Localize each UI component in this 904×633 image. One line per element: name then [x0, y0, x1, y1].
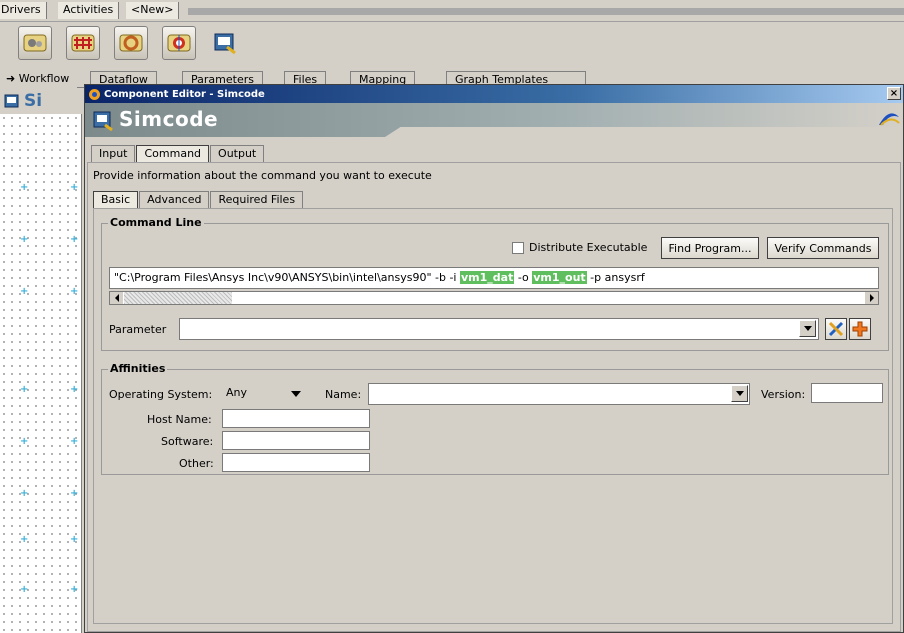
command-line-input[interactable]: "C:\Program Files\Ansys Inc\v90\ANSYS\bi…: [109, 267, 879, 289]
find-program-button[interactable]: Find Program...: [661, 237, 759, 259]
name-label: Name:: [325, 388, 362, 401]
scroll-right-icon[interactable]: [865, 292, 878, 304]
tab-workflow-label: Workflow: [18, 72, 70, 85]
edit-tools-icon: [828, 321, 844, 337]
host-name-label: Host Name:: [147, 413, 212, 426]
component-editor-dialog: Component Editor - Simcode × Simcode Inp…: [84, 84, 904, 633]
scroll-thumb[interactable]: [124, 292, 232, 304]
menu-item-drivers[interactable]: Drivers: [0, 2, 47, 19]
scroll-left-icon[interactable]: [110, 292, 123, 304]
menubar: Drivers Activities <New>: [0, 0, 904, 22]
host-name-input[interactable]: [222, 409, 370, 428]
plus-icon: [852, 321, 868, 337]
target-icon[interactable]: [162, 26, 196, 60]
workflow-canvas[interactable]: + + + + + + + + + + + + + + + +: [0, 88, 82, 633]
command-mid: -o: [514, 271, 533, 284]
os-select[interactable]: Any: [222, 383, 318, 405]
simcode-banner-icon: [93, 111, 113, 131]
parameter-label: Parameter: [109, 323, 167, 336]
verify-commands-button[interactable]: Verify Commands: [767, 237, 879, 259]
tab-input[interactable]: Input: [91, 145, 136, 162]
grid-icon[interactable]: [66, 26, 100, 60]
sub-tabs: Basic Advanced Required Files: [93, 191, 304, 208]
left-panel-title: Si: [24, 91, 43, 111]
os-label: Operating System:: [109, 388, 213, 401]
parameter-combo[interactable]: [179, 318, 819, 340]
other-input[interactable]: [222, 453, 370, 472]
tab-workflow[interactable]: ➜ Workflow: [0, 71, 78, 88]
tab-required-files[interactable]: Required Files: [210, 191, 304, 208]
tab-basic[interactable]: Basic: [93, 191, 139, 208]
dialog-title: Component Editor - Simcode: [104, 88, 265, 100]
app-icon: [89, 88, 100, 100]
parameter-dropdown-icon[interactable]: [799, 320, 816, 337]
name-dropdown-icon[interactable]: [731, 385, 748, 402]
affinities-legend: Affinities: [108, 362, 168, 375]
simcode-icon[interactable]: [208, 26, 242, 60]
distribute-executable-checkbox[interactable]: [512, 242, 524, 254]
os-dropdown-icon[interactable]: [291, 391, 301, 397]
version-label: Version:: [761, 388, 806, 401]
command-var-input: vm1_dat: [460, 271, 515, 284]
name-combo[interactable]: [368, 383, 750, 405]
gears-icon[interactable]: [18, 26, 52, 60]
brand-logo-icon: [879, 113, 900, 126]
dialog-banner: Simcode: [85, 103, 903, 137]
left-panel-header: Si: [0, 88, 82, 114]
banner-strip: [385, 127, 903, 137]
other-label: Other:: [179, 457, 214, 470]
ring-icon[interactable]: [114, 26, 148, 60]
command-line-hscrollbar[interactable]: [109, 291, 879, 305]
command-suffix: -p ansysrf: [586, 271, 645, 284]
tab-output[interactable]: Output: [210, 145, 265, 162]
tab-advanced[interactable]: Advanced: [139, 191, 210, 208]
command-prefix: "C:\Program Files\Ansys Inc\v90\ANSYS\bi…: [114, 271, 460, 284]
edit-parameter-button[interactable]: [825, 318, 847, 340]
software-label: Software:: [161, 435, 214, 448]
toolbar: [0, 22, 904, 70]
menu-item-new[interactable]: <New>: [126, 2, 180, 19]
tab-command[interactable]: Command: [136, 145, 210, 162]
main-tabs: Input Command Output: [91, 145, 265, 162]
add-parameter-button[interactable]: [849, 318, 871, 340]
menu-item-activities[interactable]: Activities: [58, 2, 120, 19]
simcode-small-icon: [4, 94, 19, 108]
dialog-titlebar[interactable]: Component Editor - Simcode ×: [85, 85, 903, 103]
command-var-output: vm1_out: [532, 271, 587, 284]
instruction-text: Provide information about the command yo…: [93, 169, 432, 182]
command-line-legend: Command Line: [108, 216, 204, 229]
banner-title: Simcode: [119, 107, 219, 131]
close-button[interactable]: ×: [887, 87, 901, 100]
version-input[interactable]: [811, 383, 883, 403]
menubar-filler: [188, 8, 904, 15]
software-input[interactable]: [222, 431, 370, 450]
distribute-executable-label: Distribute Executable: [529, 241, 648, 254]
